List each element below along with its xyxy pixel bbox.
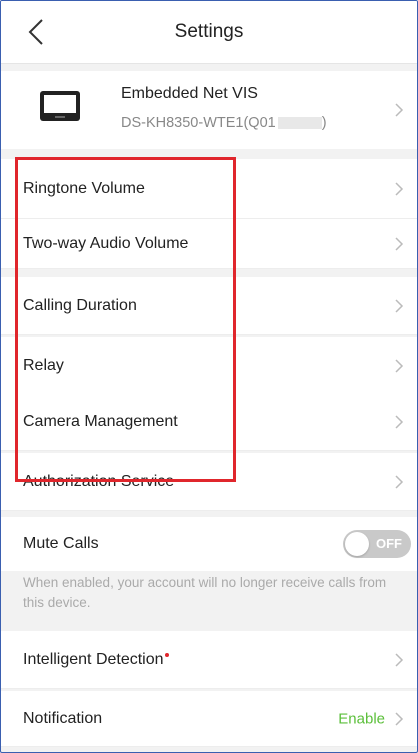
row-label: Camera Management — [23, 412, 178, 430]
row-intelligent-detection[interactable]: Intelligent Detection — [1, 631, 417, 689]
row-label: Mute Calls — [23, 535, 99, 552]
chevron-right-icon — [394, 711, 404, 726]
row-ringtone-volume[interactable]: Ringtone Volume — [1, 159, 417, 219]
redacted-serial — [277, 117, 322, 130]
settings-screen: Settings Embedded Net VIS DS-KH8350-WTE1… — [0, 0, 418, 753]
chevron-right-icon — [394, 103, 404, 117]
chevron-right-icon — [394, 181, 404, 196]
row-label: Calling Duration — [23, 296, 137, 314]
row-label: Ringtone Volume — [23, 179, 145, 197]
toggle-state-label: OFF — [376, 536, 402, 551]
device-name: Embedded Net VIS — [121, 85, 258, 102]
red-dot-badge — [164, 652, 169, 657]
notification-status: Enable — [338, 710, 385, 727]
chevron-right-icon — [394, 236, 404, 251]
row-mute-calls: Mute Calls OFF — [1, 517, 417, 571]
row-two-way-audio-volume[interactable]: Two-way Audio Volume — [1, 219, 417, 269]
row-notification[interactable]: Notification Enable — [1, 691, 417, 747]
row-calling-duration[interactable]: Calling Duration — [1, 277, 417, 335]
page-title: Settings — [174, 21, 244, 42]
mute-calls-note: When enabled, your account will no longe… — [23, 575, 387, 610]
row-authorization-service[interactable]: Authorization Service — [1, 453, 417, 511]
row-relay[interactable]: Relay — [1, 337, 417, 395]
toggle-knob — [345, 532, 369, 556]
monitor-device-icon — [40, 91, 80, 121]
row-label: Intelligent Detection — [23, 651, 169, 669]
row-label: Relay — [23, 356, 64, 374]
chevron-right-icon — [394, 474, 404, 489]
chevron-right-icon — [394, 298, 404, 313]
chevron-right-icon — [394, 414, 404, 429]
chevron-right-icon — [394, 358, 404, 373]
row-label: Two-way Audio Volume — [23, 234, 189, 252]
row-camera-management[interactable]: Camera Management — [1, 393, 417, 451]
navigation-bar: Settings — [1, 1, 417, 64]
row-label: Authorization Service — [23, 472, 175, 490]
device-card[interactable]: Embedded Net VIS DS-KH8350-WTE1(Q01) — [1, 71, 417, 149]
device-model: DS-KH8350-WTE1(Q01) — [121, 115, 327, 131]
row-label: Notification — [23, 709, 103, 727]
mute-calls-toggle[interactable]: OFF — [343, 530, 411, 558]
chevron-right-icon — [394, 652, 404, 667]
